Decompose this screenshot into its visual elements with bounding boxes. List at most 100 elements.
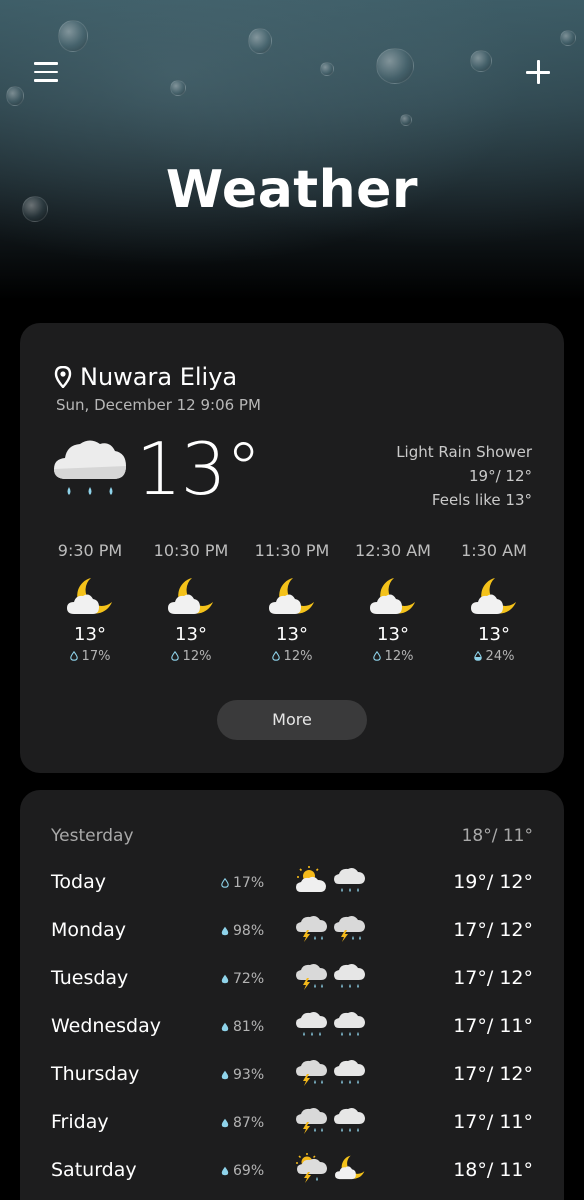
raindrop-icon: [221, 1070, 229, 1080]
day-rain: 98%: [221, 923, 264, 939]
sun-thunder-icon: [295, 1153, 329, 1183]
day-name: Wednesday: [51, 1015, 162, 1037]
raindrop-icon: [373, 651, 381, 661]
hourly-item: 12:30 AM 13° 12%: [343, 541, 443, 664]
day-temps: 17°/ 12°: [453, 919, 533, 941]
raindrop-decoration: [6, 86, 24, 106]
hour-temp: 13°: [74, 624, 106, 645]
hourly-item: 11:30 PM 13° 12%: [242, 541, 342, 664]
raindrop-decoration: [400, 114, 412, 126]
hour-rain: 12%: [343, 649, 443, 664]
day-rain: 72%: [221, 971, 264, 987]
moon-cloud-icon: [267, 574, 317, 620]
thunder-cloud-icon: [295, 913, 329, 943]
hour-time: 9:30 PM: [57, 541, 123, 560]
moon-cloud-icon: [166, 574, 216, 620]
hour-rain: 12%: [141, 649, 241, 664]
moon-cloud-icon: [333, 1153, 367, 1183]
cloud-rain-icon: [333, 1105, 367, 1135]
day-name: Thursday: [51, 1063, 140, 1085]
app-title: Weather: [165, 160, 419, 220]
hourly-item: 1:30 AM 13° 24%: [444, 541, 544, 664]
daily-row[interactable]: Today 17% 19°/ 12°: [51, 862, 533, 902]
daily-row[interactable]: Tuesday 72% 17°/ 12°: [51, 958, 533, 998]
hour-rain: 17%: [40, 649, 140, 664]
raindrop-icon: [221, 878, 229, 888]
raindrop-decoration: [58, 20, 88, 52]
daily-row[interactable]: Wednesday 81% 17°/ 11°: [51, 1006, 533, 1046]
raindrop-icon: [221, 1022, 229, 1032]
day-temps: 17°/ 11°: [453, 1015, 533, 1037]
hour-temp: 13°: [175, 624, 207, 645]
day-name: Saturday: [51, 1159, 137, 1181]
menu-icon[interactable]: [34, 62, 58, 84]
thunder-cloud-icon: [295, 961, 329, 991]
raindrop-decoration: [170, 80, 186, 96]
day-name: Monday: [51, 919, 127, 941]
cloud-rain-icon: [295, 1009, 329, 1039]
cloud-rain-icon: [333, 865, 367, 895]
thunder-cloud-icon: [295, 1105, 329, 1135]
hourly-item: 10:30 PM 13° 12%: [141, 541, 241, 664]
hour-rain: 24%: [444, 649, 544, 664]
day-temps: 18°/ 11°: [453, 1159, 533, 1181]
hour-time: 11:30 PM: [254, 541, 330, 560]
hour-temp: 13°: [377, 624, 409, 645]
daily-row[interactable]: Thursday 93% 17°/ 12°: [51, 1054, 533, 1094]
day-name: Tuesday: [51, 967, 129, 989]
day-name: Friday: [51, 1111, 109, 1133]
hour-time: 1:30 AM: [461, 541, 527, 560]
day-rain: 81%: [221, 1019, 264, 1035]
feels-like: Feels like 13°: [431, 491, 532, 509]
raindrop-icon: [221, 1166, 229, 1176]
cloud-rain-icon: [52, 435, 128, 505]
daily-row[interactable]: Monday 98% 17°/ 12°: [51, 910, 533, 950]
moon-cloud-icon: [469, 574, 519, 620]
raindrop-icon: [221, 926, 229, 936]
yesterday-row: Yesterday 18°/ 11°: [51, 826, 533, 846]
hourly-item: 9:30 PM 13° 17%: [40, 541, 140, 664]
raindrop-decoration: [320, 62, 334, 76]
raindrop-icon: [272, 651, 280, 661]
moon-cloud-icon: [368, 574, 418, 620]
day-rain: 93%: [221, 1067, 264, 1083]
raindrop-decoration: [560, 30, 576, 46]
hour-rain: 12%: [242, 649, 342, 664]
day-rain: 17%: [221, 875, 264, 891]
current-datetime: Sun, December 12 9:06 PM: [56, 396, 261, 414]
yesterday-label: Yesterday: [51, 826, 134, 846]
hourly-forecast: 9:30 PM 13° 17% 10:30 PM 13° 12% 11:30 P…: [40, 541, 544, 664]
current-temperature: 13°: [136, 427, 262, 511]
daily-row[interactable]: Saturday 69% 18°/ 11°: [51, 1150, 533, 1190]
hour-time: 10:30 PM: [153, 541, 229, 560]
raindrop-icon: [221, 1118, 229, 1128]
hour-temp: 13°: [276, 624, 308, 645]
raindrop-icon: [221, 974, 229, 984]
hour-time: 12:30 AM: [355, 541, 431, 560]
day-temps: 19°/ 12°: [453, 871, 533, 893]
day-rain: 69%: [221, 1163, 264, 1179]
location-row[interactable]: Nuwara Eliya: [54, 363, 237, 391]
condition-block: Light Rain Shower 19°/ 12° Feels like 13…: [396, 440, 532, 512]
raindrop-icon: [474, 651, 482, 661]
condition-text: Light Rain Shower: [396, 443, 532, 461]
hour-temp: 13°: [478, 624, 510, 645]
raindrop-decoration: [376, 48, 414, 84]
more-button[interactable]: More: [217, 700, 367, 740]
cloud-rain-icon: [333, 961, 367, 991]
daily-row[interactable]: Friday 87% 17°/ 11°: [51, 1102, 533, 1142]
day-temps: 17°/ 12°: [453, 1063, 533, 1085]
sun-cloud-icon: [295, 865, 329, 895]
daily-forecast-card: Yesterday 18°/ 11° Today 17% 19°/ 12° Mo…: [20, 790, 564, 1200]
header-background: Weather: [0, 0, 584, 300]
cloud-rain-icon: [333, 1057, 367, 1087]
day-rain: 87%: [221, 1115, 264, 1131]
thunder-cloud-icon: [333, 913, 367, 943]
raindrop-decoration: [248, 28, 272, 54]
day-temps: 17°/ 12°: [453, 967, 533, 989]
high-low-temp: 19°/ 12°: [469, 467, 532, 485]
raindrop-icon: [171, 651, 179, 661]
yesterday-temps: 18°/ 11°: [461, 826, 533, 846]
thunder-cloud-icon: [295, 1057, 329, 1087]
plus-icon[interactable]: [526, 60, 550, 84]
